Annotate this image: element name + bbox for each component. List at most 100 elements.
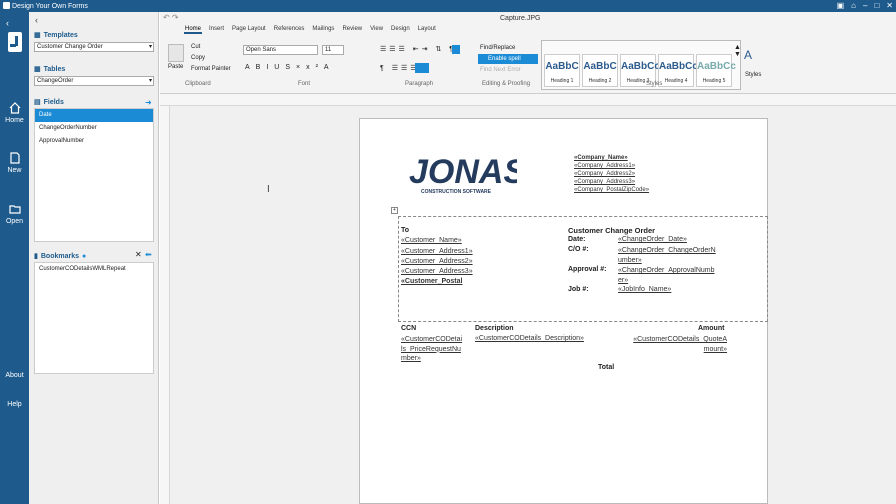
ccn-field-line: ls_PriceRequestNu [401,345,461,353]
company-logo: JONAS CONSTRUCTION SOFTWARE [409,153,517,195]
merge-field[interactable]: «Company_Name» [574,154,649,162]
tab-review[interactable]: Review [341,26,363,34]
field-item[interactable]: ChangeOrderNumber [35,122,153,135]
style-label: Heading 4 [664,78,688,84]
col-ccn: CCN [401,325,417,332]
styles-button[interactable]: Styles [745,72,761,78]
tab-home[interactable]: Home [184,26,203,34]
find-replace-button[interactable]: Find/Replace [480,45,515,51]
paste-icon[interactable] [168,44,184,62]
list-buttons[interactable]: ☰☰☰ ⇤⇥ ⇅ ¶ [380,45,456,53]
logo-text: JONAS [409,153,517,191]
bookmark-arrow-icon[interactable]: ⬅ [145,250,152,259]
nav-new[interactable]: New [0,152,29,174]
approval-field[interactable]: «ChangeOrder_ApprovalNumb er» [618,266,715,286]
merge-field[interactable]: «Company_Address1» [574,162,649,170]
tab-design[interactable]: Design [390,26,411,34]
total-label: Total [598,364,615,371]
merge-field[interactable]: «Customer_Postal [401,277,473,287]
style-heading-5[interactable]: AaBbCc Heading 5 [696,54,736,87]
tables-icon: ▦ [34,66,41,73]
table-move-handle[interactable]: + [391,207,398,214]
chevron-down-icon: ▾ [148,78,152,84]
merge-field[interactable]: «Customer_Name» [401,236,473,246]
bookmark-item[interactable]: CustomerCODetailsWMLRepeat [35,263,153,276]
horizontal-ruler [160,94,896,106]
ccn-field[interactable]: «CustomerCODetai ls_PriceRequestNu mber» [401,335,462,364]
merge-field[interactable]: «Customer_Address2» [401,257,473,267]
template-select[interactable]: Customer Change Order ▾ [34,42,154,52]
collapse-panel-icon[interactable]: ‹ [35,15,38,25]
style-heading-2[interactable]: AaBbC Heading 2 [582,54,618,87]
tab-insert[interactable]: Insert [208,26,225,34]
nav-help[interactable]: Help [0,401,29,408]
bookmark-icon: ▮ [34,253,38,260]
field-item[interactable]: ApprovalNumber [35,135,153,148]
side-panel: ‹ ▦ Templates Customer Change Order ▾ ▦ Tab… [29,12,159,504]
show-marks-toggle[interactable] [452,45,460,54]
description-field[interactable]: «CustomerCODetails_Description» [475,335,584,342]
maximize-button[interactable]: □ [874,1,879,10]
style-label: Heading 1 [550,78,574,84]
chevron-down-icon: ▾ [148,44,152,50]
font-size-value: 11 [325,47,332,53]
tab-mailings[interactable]: Mailings [311,26,335,34]
info-icon[interactable]: ● [82,253,86,260]
style-heading-1[interactable]: AaBbC Heading 1 [544,54,580,87]
nav-about[interactable]: About [0,372,29,379]
amount-field[interactable]: «CustomerCODetails_QuoteA mount» [626,335,727,354]
font-size-select[interactable]: 11 [322,45,344,55]
nav-home[interactable]: Home [0,102,29,124]
back-arrow-icon[interactable]: ‹ [6,18,9,28]
field-item[interactable]: Date [35,109,153,122]
find-next-error-button[interactable]: Find Next Error [480,67,521,73]
format-painter-button[interactable]: Format Painter [191,66,231,72]
style-heading-4[interactable]: AaBbCc Heading 4 [658,54,698,87]
table-select[interactable]: ChangeOrder ▾ [34,76,154,86]
logo-subtext: CONSTRUCTION SOFTWARE [421,189,492,195]
nav-open-label: Open [5,218,24,225]
merge-field[interactable]: «Customer_Address3» [401,267,473,277]
job-field[interactable]: «JobInfo_Name» [618,286,671,293]
bookmarks-list: CustomerCODetailsWMLRepeat [34,262,154,374]
close-button[interactable]: ✕ [886,1,893,10]
cut-button[interactable]: Cut [191,44,200,50]
undo-icon[interactable]: ↶ ↷ [163,13,179,22]
font-name-select[interactable]: Open Sans [243,45,318,55]
home-icon [9,102,20,114]
align-buttons[interactable]: ¶ ☰☰☰ [380,64,420,72]
format-buttons[interactable]: ABIUS×x²A [245,64,335,71]
document-page[interactable]: JONAS CONSTRUCTION SOFTWARE «Company_Nam… [359,118,768,504]
insert-field-arrow-icon[interactable]: ➜ [145,98,152,107]
tab-page-layout[interactable]: Page Layout [231,26,267,34]
tab-references[interactable]: References [273,26,306,34]
style-label: Heading 2 [588,78,612,84]
save-icon[interactable]: ▣ [837,1,845,10]
copy-button[interactable]: Copy [191,55,205,61]
delete-bookmark-icon[interactable]: ✕ [135,250,142,259]
styles-group-label: Styles [646,81,663,87]
merge-field[interactable]: «Company_PostalZipCode» [574,186,649,194]
to-label: To [401,227,410,234]
styles-icon[interactable]: A [744,48,752,62]
justify-selected[interactable] [415,63,429,73]
date-field[interactable]: «ChangeOrder_Date» [618,236,687,243]
tab-view[interactable]: View [369,26,384,34]
nav-new-label: New [7,167,22,174]
fields-icon: ▤ [34,99,41,106]
minimize-button[interactable]: – [863,1,867,10]
ribbon-tabs: Home Insert Page Layout References Maili… [184,26,437,34]
gallery-scroll-icon[interactable]: ▲ ▼ [734,44,741,58]
merge-field[interactable]: «Company_Address2» [574,170,649,178]
spell-check-toggle[interactable]: Enable spell check [478,54,538,72]
font-group-label: Font [298,81,311,87]
merge-field[interactable]: «Customer_Address1» [401,247,473,257]
co-field[interactable]: «ChangeOrder_ChangeOrderN umber» [618,246,716,266]
merge-field[interactable]: «Company_Address3» [574,178,649,186]
tab-layout[interactable]: Layout [417,26,437,34]
home-icon[interactable]: ⌂ [851,1,856,10]
paste-button[interactable]: Paste [168,64,183,70]
style-sample: AaBbCc [697,61,736,72]
approval-field-line: er» [618,277,629,284]
nav-open[interactable]: Open [0,203,29,225]
